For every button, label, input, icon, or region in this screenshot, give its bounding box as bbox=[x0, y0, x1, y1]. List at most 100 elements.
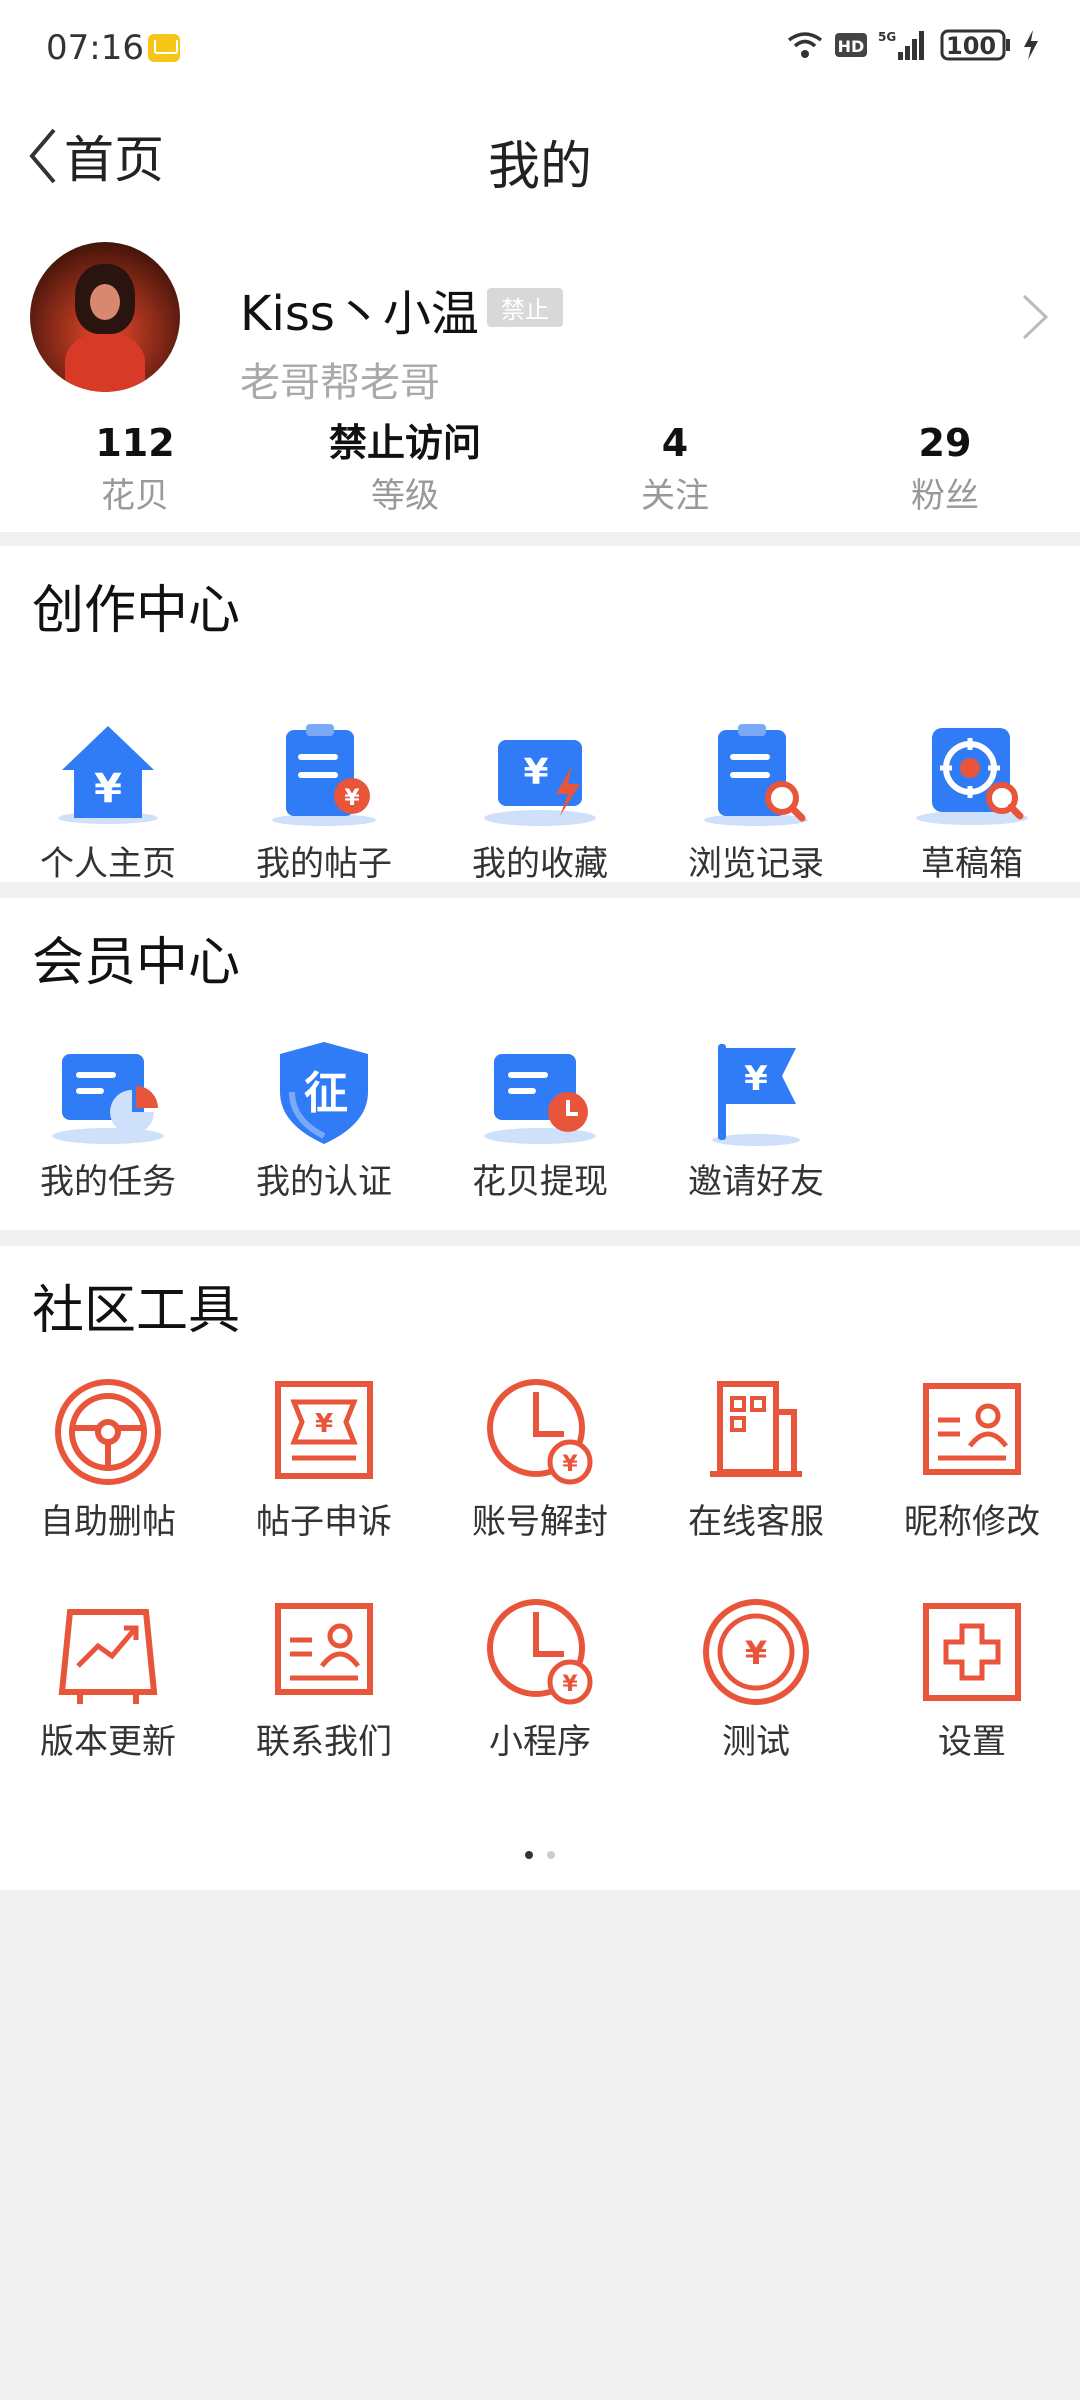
grid-item-nickname[interactable]: 昵称修改 bbox=[864, 1342, 1080, 1592]
stat-following[interactable]: 4 关注 bbox=[540, 418, 810, 524]
chevron-right-icon[interactable] bbox=[1020, 292, 1050, 342]
grid-item-label: 草稿箱 bbox=[921, 844, 1023, 884]
grid-item-favorites[interactable]: ¥ 我的收藏 bbox=[432, 714, 648, 884]
page-dot-active[interactable] bbox=[525, 1851, 533, 1859]
svg-text:5G: 5G bbox=[878, 30, 896, 44]
battery-icon: 100 bbox=[940, 28, 1012, 62]
stat-value: 112 bbox=[95, 421, 175, 465]
user-group: 老哥帮老哥 bbox=[240, 360, 440, 406]
grid-item-history[interactable]: 浏览记录 bbox=[648, 714, 864, 884]
clipboard-yen-icon: ¥ bbox=[264, 714, 384, 834]
stats-row: 112 花贝 禁止访问 等级 4 关注 29 粉丝 bbox=[0, 418, 1080, 532]
grid-item-appeal[interactable]: ¥ 帖子申诉 bbox=[216, 1342, 432, 1592]
mail-icon bbox=[148, 34, 180, 62]
member-grid: 我的任务 征 我的认证 花贝提现 ¥ 邀请好友 bbox=[0, 994, 1080, 1230]
grid-item-posts[interactable]: ¥ 我的帖子 bbox=[216, 714, 432, 884]
target-search-icon bbox=[912, 714, 1032, 834]
charging-icon bbox=[1022, 29, 1040, 61]
grid-item-label: 联系我们 bbox=[256, 1722, 392, 1762]
svg-text:¥: ¥ bbox=[344, 786, 360, 811]
username: Kiss丶小温 bbox=[240, 286, 479, 342]
battery-level: 100 bbox=[946, 32, 997, 60]
profile-card[interactable]: Kiss丶小温 禁止 老哥帮老哥 bbox=[0, 212, 1080, 418]
grid-item-label: 我的任务 bbox=[40, 1162, 176, 1202]
stat-fans[interactable]: 29 粉丝 bbox=[810, 418, 1080, 524]
grid-item-verify[interactable]: 征 我的认证 bbox=[216, 1032, 432, 1202]
id-card-icon bbox=[912, 1372, 1032, 1492]
plus-box-icon bbox=[912, 1592, 1032, 1712]
grid-item-label: 自助删帖 bbox=[40, 1502, 176, 1542]
contact-card-icon bbox=[264, 1592, 384, 1712]
coin-yen-icon: ¥ bbox=[696, 1592, 816, 1712]
signal-icon: 5G bbox=[878, 28, 930, 62]
grid-item-label: 账号解封 bbox=[472, 1502, 608, 1542]
svg-text:¥: ¥ bbox=[562, 1672, 578, 1697]
wallet-lightning-icon: ¥ bbox=[480, 714, 600, 834]
stat-value: 4 bbox=[661, 421, 689, 465]
grid-item-label: 我的帖子 bbox=[256, 844, 392, 884]
grid-item-miniprogram[interactable]: ¥ 小程序 bbox=[432, 1592, 648, 1840]
grid-item-update[interactable]: 版本更新 bbox=[0, 1592, 216, 1840]
section-title: 社区工具 bbox=[32, 1281, 241, 1341]
grid-item-contact[interactable]: 联系我们 bbox=[216, 1592, 432, 1840]
card-pie-icon bbox=[48, 1032, 168, 1152]
svg-text:¥: ¥ bbox=[315, 1409, 333, 1439]
creation-grid-items: ¥ 个人主页 ¥ 我的帖子 ¥ 我的收藏 浏览记录 草稿箱 bbox=[0, 714, 1080, 884]
svg-text:¥: ¥ bbox=[94, 766, 122, 812]
grid-item-label: 浏览记录 bbox=[688, 844, 824, 884]
svg-text:¥: ¥ bbox=[562, 1452, 578, 1477]
grid-item-label: 帖子申诉 bbox=[256, 1502, 392, 1542]
grid-item-label: 邀请好友 bbox=[688, 1162, 824, 1202]
stat-value: 29 bbox=[918, 421, 972, 465]
grid-item-test[interactable]: ¥ 测试 bbox=[648, 1592, 864, 1840]
grid-item-drafts[interactable]: 草稿箱 bbox=[864, 714, 1080, 884]
svg-text:HD: HD bbox=[838, 37, 865, 56]
status-time: 07:16 bbox=[46, 28, 144, 68]
hd-icon: HD bbox=[834, 30, 868, 60]
section-title: 创作中心 bbox=[32, 581, 241, 641]
grid-item-support[interactable]: 在线客服 bbox=[648, 1342, 864, 1592]
clock-yen-icon: ¥ bbox=[480, 1372, 600, 1492]
divider bbox=[0, 532, 1080, 546]
grid-item-label: 小程序 bbox=[489, 1722, 591, 1762]
divider bbox=[0, 1230, 1080, 1246]
stat-label: 花贝 bbox=[101, 476, 169, 516]
banknote-icon: ¥ bbox=[264, 1372, 384, 1492]
status-bar: 07:16 HD 5G 100 bbox=[0, 0, 1080, 100]
avatar[interactable] bbox=[30, 242, 180, 392]
status-badge: 禁止 bbox=[487, 288, 563, 327]
community-tools: 社区工具 自助删帖 ¥ 帖子申诉 ¥ 账号解封 在线客服 昵称修改 版本更新 联… bbox=[0, 1246, 1080, 1890]
grid-item-label: 在线客服 bbox=[688, 1502, 824, 1542]
grid-item-unban[interactable]: ¥ 账号解封 bbox=[432, 1342, 648, 1592]
stat-huabei[interactable]: 112 花贝 bbox=[0, 418, 270, 524]
grid-item-label: 版本更新 bbox=[40, 1722, 176, 1762]
stat-label: 关注 bbox=[641, 476, 709, 516]
grid-item-delete-post[interactable]: 自助删帖 bbox=[0, 1342, 216, 1592]
home-yen-icon: ¥ bbox=[48, 714, 168, 834]
svg-text:¥: ¥ bbox=[745, 1634, 767, 1672]
card-clock-icon bbox=[480, 1032, 600, 1152]
chart-up-icon bbox=[48, 1592, 168, 1712]
flag-yen-icon: ¥ bbox=[696, 1032, 816, 1152]
grid-item-label: 测试 bbox=[722, 1722, 790, 1762]
shield-verify-icon: 征 bbox=[264, 1032, 384, 1152]
page-title: 我的 bbox=[487, 137, 592, 197]
section-title: 会员中心 bbox=[32, 933, 241, 993]
page-dot[interactable] bbox=[547, 1851, 555, 1859]
status-icons: HD 5G 100 bbox=[786, 28, 1040, 62]
grid-item-home[interactable]: ¥ 个人主页 bbox=[0, 714, 216, 884]
grid-item-label: 我的认证 bbox=[256, 1162, 392, 1202]
grid-item-label: 我的收藏 bbox=[472, 844, 608, 884]
svg-text:征: 征 bbox=[304, 1068, 348, 1119]
grid-item-label: 设置 bbox=[938, 1722, 1006, 1762]
tools-grid: 自助删帖 ¥ 帖子申诉 ¥ 账号解封 在线客服 昵称修改 版本更新 联系我们 ¥… bbox=[0, 1342, 1080, 1840]
grid-item-label: 花贝提现 bbox=[472, 1162, 608, 1202]
grid-item-settings[interactable]: 设置 bbox=[864, 1592, 1080, 1840]
stat-label: 等级 bbox=[371, 476, 439, 516]
grid-item-invite[interactable]: ¥ 邀请好友 bbox=[648, 1032, 864, 1202]
stat-level[interactable]: 禁止访问 等级 bbox=[270, 418, 540, 524]
grid-item-tasks[interactable]: 我的任务 bbox=[0, 1032, 216, 1202]
grid-item-withdraw[interactable]: 花贝提现 bbox=[432, 1032, 648, 1202]
page-indicator bbox=[0, 1840, 1080, 1870]
stat-label: 粉丝 bbox=[911, 476, 979, 516]
